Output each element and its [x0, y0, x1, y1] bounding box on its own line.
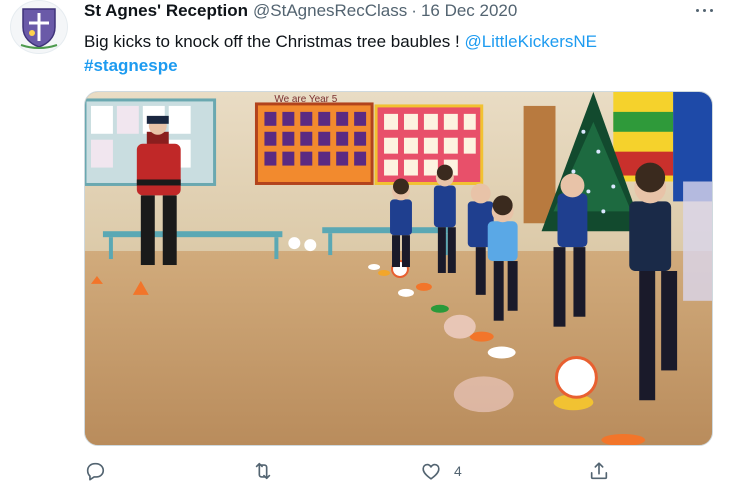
author-handle[interactable]: @StAgnesRecClass	[253, 1, 407, 21]
like-button[interactable]: 4	[420, 460, 462, 482]
tweet-date[interactable]: 16 Dec 2020	[421, 1, 517, 21]
tweet-actions: 4	[84, 460, 624, 482]
share-button[interactable]	[588, 460, 610, 482]
heart-icon	[422, 463, 440, 480]
reply-button[interactable]	[84, 460, 106, 482]
author-name[interactable]: St Agnes' Reception	[84, 1, 248, 21]
mention-link[interactable]: @LittleKickersNE	[464, 32, 597, 51]
tweet-text-line: Big kicks to knock off the Christmas tre…	[84, 30, 704, 54]
avatar[interactable]	[10, 0, 68, 54]
tweet-body-text: Big kicks to knock off the Christmas tre…	[84, 32, 465, 51]
hashtag-link[interactable]: #stagnespe	[84, 56, 178, 75]
more-dots-icon	[695, 8, 699, 12]
tweet-video[interactable]: We are Year 5	[84, 91, 713, 446]
share-icon	[590, 462, 608, 480]
video-frame: We are Year 5	[85, 92, 712, 445]
school-crest-icon	[20, 8, 58, 49]
tweet-header: St Agnes' Reception @StAgnesRecClass · 1…	[84, 0, 517, 22]
more-options-button[interactable]	[688, 0, 720, 20]
like-count: 4	[454, 463, 462, 479]
tweet-text: Big kicks to knock off the Christmas tre…	[84, 30, 704, 78]
separator-dot: ·	[411, 1, 417, 20]
tweet[interactable]: St Agnes' Reception @StAgnesRecClass · 1…	[0, 0, 740, 482]
retweet-button[interactable]	[252, 460, 274, 482]
retweet-icon	[255, 462, 271, 480]
reply-icon	[86, 462, 105, 481]
